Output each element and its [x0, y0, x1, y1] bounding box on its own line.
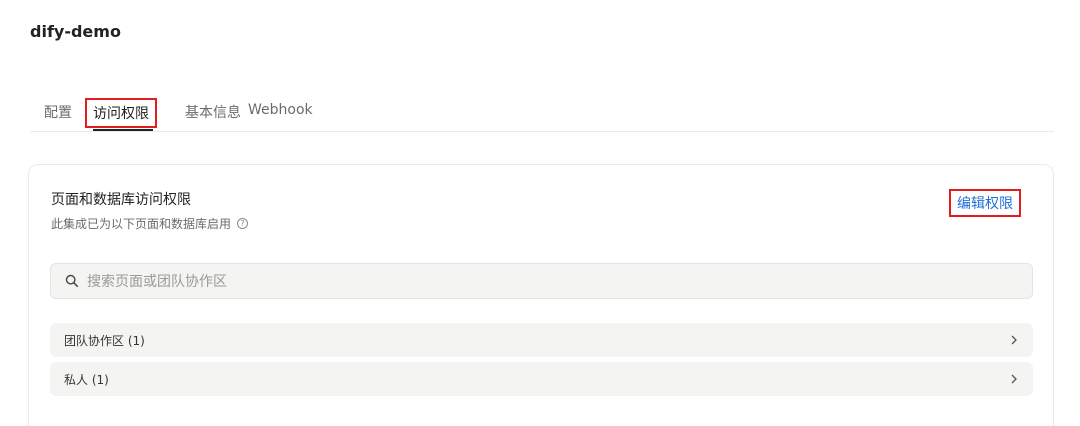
card-subtitle: 此集成已为以下页面和数据库启用 ? [51, 215, 249, 232]
search-placeholder: 搜索页面或团队协作区 [87, 274, 227, 290]
chevron-right-icon [1011, 335, 1017, 345]
edit-permissions-button[interactable]: 编辑权限 [949, 189, 1021, 217]
card-subtitle-text: 此集成已为以下页面和数据库启用 [51, 217, 232, 231]
group-row-label: 私人 (1) [64, 372, 109, 387]
access-permissions-card: 页面和数据库访问权限 此集成已为以下页面和数据库启用 ? 编辑权限 搜索页面或团… [28, 164, 1054, 426]
group-row-label: 团队协作区 (1) [64, 333, 145, 348]
app-title: dify-demo [30, 22, 121, 41]
tab-bar: 配置 访问权限 基本信息 Webhook [30, 98, 1054, 132]
tab-access-permissions[interactable]: 访问权限 [85, 98, 157, 128]
active-tab-indicator [93, 129, 153, 131]
integration-settings-page: dify-demo 配置 访问权限 基本信息 Webhook 页面和数据库访问权… [0, 0, 1080, 426]
tab-config[interactable]: 配置 [44, 102, 72, 122]
tab-basic-info[interactable]: 基本信息 [185, 102, 241, 122]
help-circle-icon[interactable]: ? [237, 218, 249, 229]
tab-webhook[interactable]: Webhook [248, 102, 313, 118]
group-row-private[interactable]: 私人 (1) [50, 362, 1033, 396]
chevron-right-icon [1011, 374, 1017, 384]
group-row-team-space[interactable]: 团队协作区 (1) [50, 323, 1033, 357]
search-icon [65, 274, 79, 288]
search-input[interactable]: 搜索页面或团队协作区 [50, 263, 1033, 299]
card-title: 页面和数据库访问权限 [51, 192, 191, 208]
